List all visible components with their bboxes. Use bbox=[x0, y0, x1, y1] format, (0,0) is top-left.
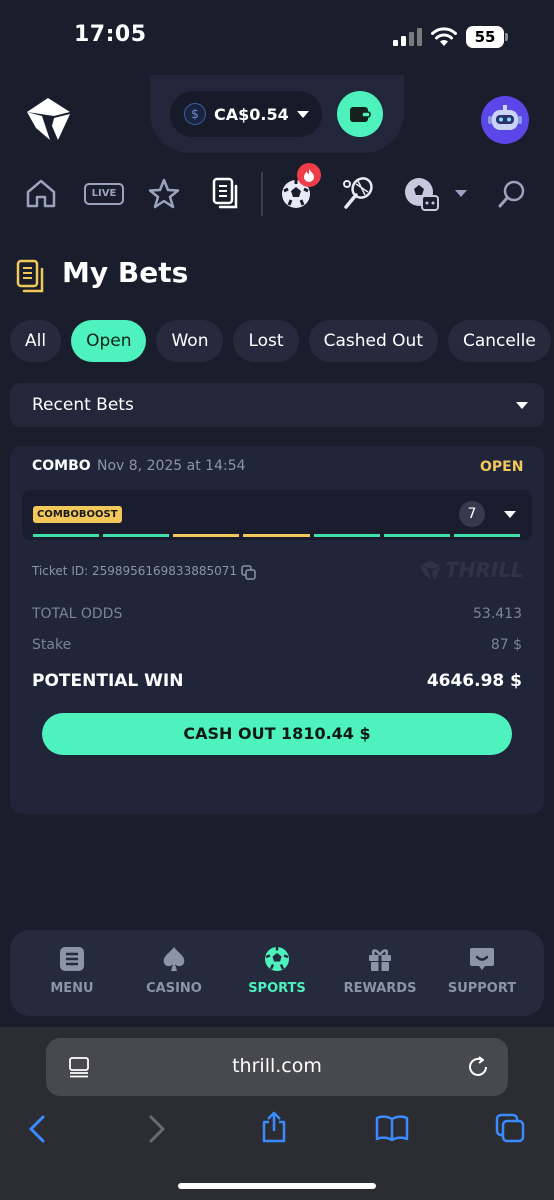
comboboost-badge: COMBOBOOST bbox=[33, 506, 122, 523]
cash-out-button[interactable]: CASH OUT 1810.44 $ bbox=[42, 713, 512, 755]
tab-rewards-label: REWARDS bbox=[343, 981, 417, 996]
filter-cashed-out[interactable]: Cashed Out bbox=[308, 320, 438, 362]
bet-date: Nov 8, 2025 at 14:54 bbox=[97, 458, 246, 474]
my-bets-nav-icon[interactable] bbox=[208, 176, 244, 212]
leg-segment bbox=[313, 534, 380, 537]
battery-icon: 55 bbox=[466, 26, 504, 48]
thrill-logo-icon bbox=[419, 559, 441, 581]
battery-tip bbox=[505, 33, 508, 41]
bet-type: COMBO bbox=[32, 458, 91, 474]
stake-value: 87 $ bbox=[490, 637, 522, 653]
wifi-icon bbox=[430, 26, 458, 52]
spade-icon bbox=[163, 947, 185, 971]
tab-casino-label: CASINO bbox=[146, 981, 202, 996]
filter-all[interactable]: All bbox=[10, 320, 62, 362]
watermark-text: THRILL bbox=[445, 558, 524, 582]
menu-icon bbox=[60, 947, 84, 971]
sports-dropdown-chevron-icon[interactable] bbox=[455, 190, 467, 197]
ticket-id: Ticket ID: 2598956169833885071 bbox=[32, 564, 238, 578]
copy-icon[interactable] bbox=[241, 565, 257, 585]
avatar[interactable] bbox=[481, 96, 529, 144]
star-icon[interactable] bbox=[146, 176, 182, 212]
live-button[interactable]: LIVE bbox=[84, 183, 124, 205]
signal-icon bbox=[393, 28, 423, 46]
status-badge: OPEN bbox=[480, 459, 524, 475]
filter-won[interactable]: Won bbox=[156, 320, 224, 362]
recent-bets-dropdown[interactable]: Recent Bets bbox=[10, 383, 544, 427]
thrill-logo-icon[interactable] bbox=[24, 96, 72, 146]
leg-segment bbox=[383, 534, 450, 537]
thrill-watermark: THRILL bbox=[418, 558, 524, 582]
share-icon[interactable] bbox=[258, 1110, 290, 1148]
filter-cancelled[interactable]: Cancelle bbox=[448, 320, 551, 362]
hot-fire-icon bbox=[297, 163, 321, 187]
page-title: My Bets bbox=[62, 256, 189, 289]
wallet-icon bbox=[350, 107, 371, 122]
balance-selector[interactable]: $ CA$0.54 bbox=[170, 91, 322, 137]
potential-win-label: POTENTIAL WIN bbox=[32, 671, 184, 691]
tab-menu-label: MENU bbox=[50, 981, 94, 996]
chevron-down-icon bbox=[516, 401, 528, 409]
chat-icon bbox=[470, 948, 494, 970]
total-odds-label: TOTAL ODDS bbox=[32, 606, 123, 622]
home-indicator bbox=[178, 1183, 376, 1189]
legs-progress-bar bbox=[33, 534, 520, 537]
expand-legs-chevron-icon[interactable] bbox=[504, 511, 516, 518]
tennis-icon[interactable] bbox=[340, 176, 376, 212]
other-sports-icon[interactable] bbox=[402, 176, 442, 212]
tab-rewards[interactable]: REWARDS bbox=[330, 945, 430, 996]
tab-casino[interactable]: CASINO bbox=[124, 945, 224, 996]
tabs-icon[interactable] bbox=[494, 1112, 526, 1148]
leg-segment bbox=[33, 534, 100, 537]
filter-lost[interactable]: Lost bbox=[233, 320, 299, 362]
tab-menu[interactable]: MENU bbox=[22, 945, 122, 996]
nav-divider bbox=[261, 172, 263, 216]
potential-win-value: 4646.98 $ bbox=[426, 671, 522, 691]
leg-count-badge: 7 bbox=[459, 501, 485, 527]
back-icon[interactable] bbox=[26, 1114, 48, 1148]
tab-sports[interactable]: SPORTS bbox=[227, 945, 327, 996]
filter-open[interactable]: Open bbox=[71, 320, 147, 362]
dollar-coin-icon: $ bbox=[184, 103, 206, 125]
home-icon[interactable] bbox=[23, 176, 59, 212]
wallet-button[interactable] bbox=[337, 91, 383, 137]
bet-filter-chips: All Open Won Lost Cashed Out Cancelle bbox=[10, 320, 551, 362]
search-icon[interactable] bbox=[494, 176, 530, 212]
bookmarks-icon[interactable] bbox=[374, 1114, 410, 1146]
my-bets-title-icon bbox=[15, 258, 49, 300]
gift-icon bbox=[369, 949, 391, 971]
balance-amount: CA$0.54 bbox=[214, 104, 289, 124]
status-time: 17:05 bbox=[74, 22, 147, 47]
total-odds-value: 53.413 bbox=[473, 606, 522, 622]
stake-label: Stake bbox=[32, 637, 72, 653]
url-text: thrill.com bbox=[232, 1055, 322, 1077]
leg-segment bbox=[243, 534, 310, 537]
leg-segment bbox=[453, 534, 520, 537]
chevron-down-icon bbox=[296, 110, 309, 118]
tab-sports-label: SPORTS bbox=[248, 981, 306, 996]
tab-support-label: SUPPORT bbox=[447, 981, 517, 996]
forward-icon[interactable] bbox=[146, 1114, 168, 1148]
leg-segment bbox=[103, 534, 170, 537]
tab-support[interactable]: SUPPORT bbox=[432, 945, 532, 996]
recent-bets-label: Recent Bets bbox=[32, 395, 134, 415]
reload-icon[interactable] bbox=[466, 1055, 490, 1083]
leg-segment bbox=[173, 534, 240, 537]
soccer-ball-icon bbox=[265, 947, 289, 971]
